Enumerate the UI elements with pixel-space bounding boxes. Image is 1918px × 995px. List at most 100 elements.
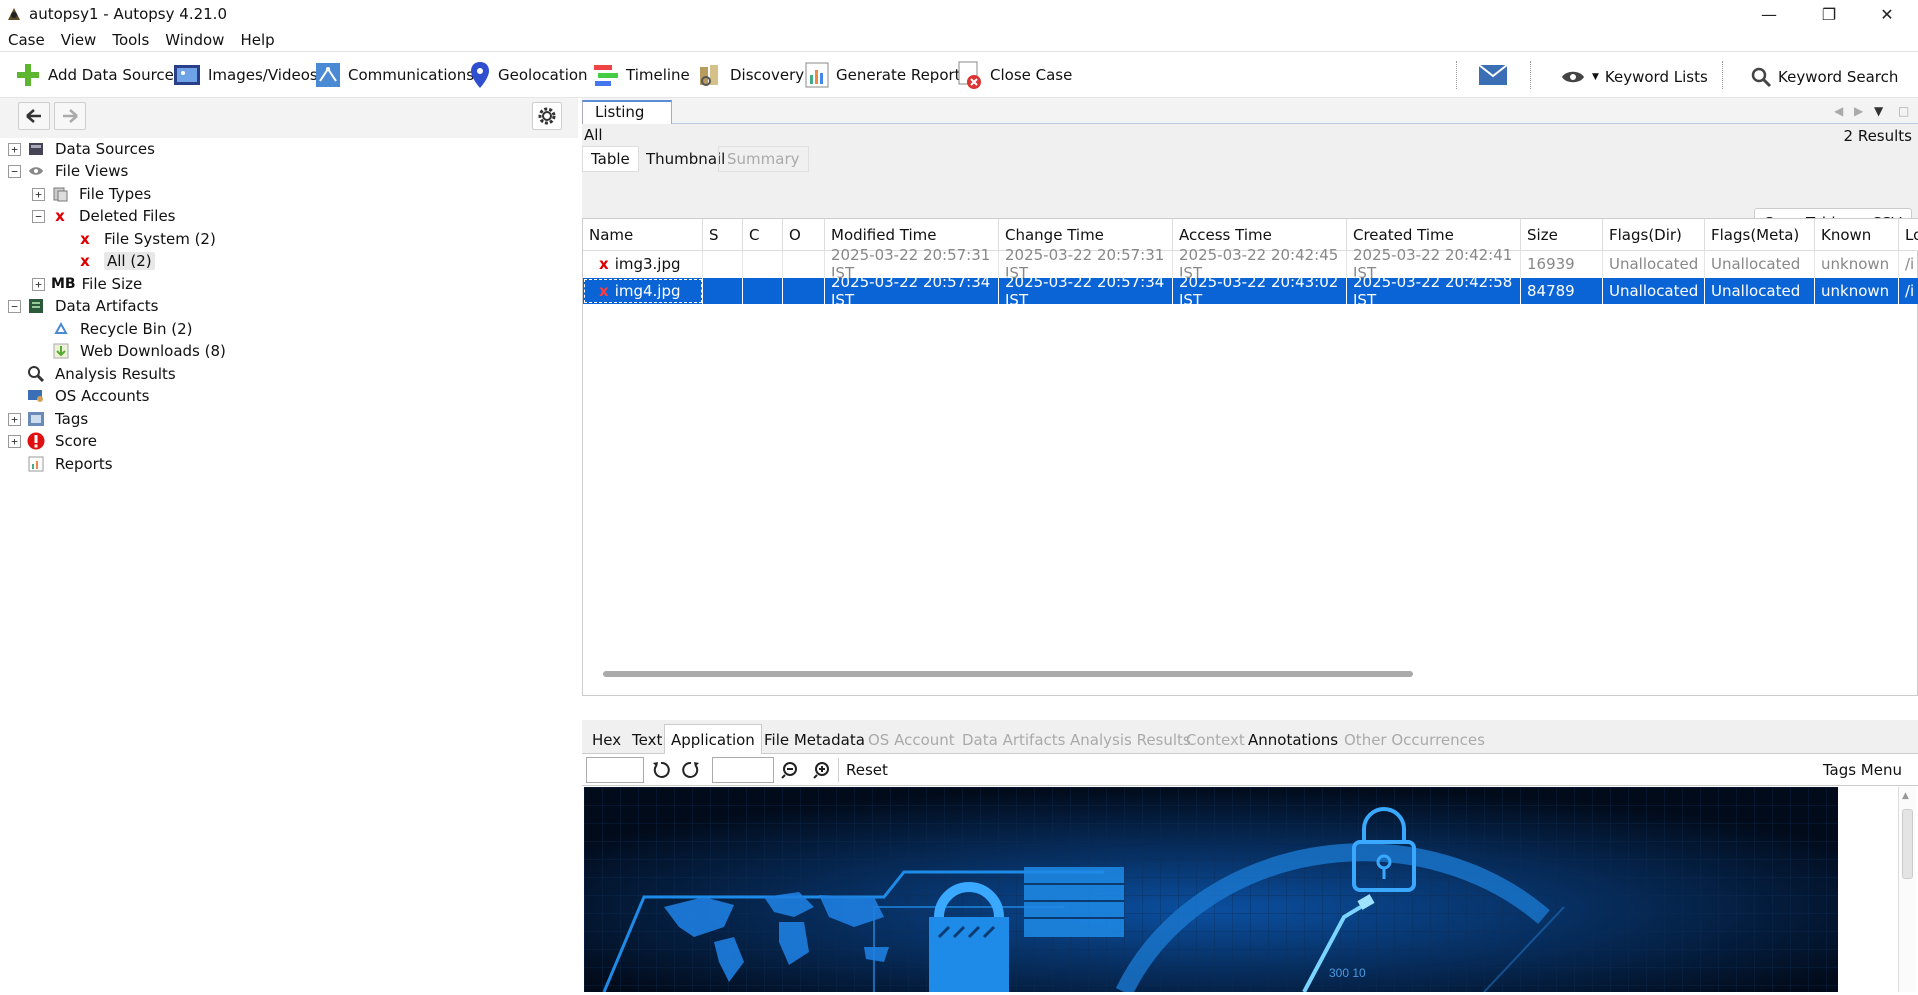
table-row-selected[interactable]: x img4.jpg 2025-03-22 20:57:34 IST 2025-…: [583, 273, 1918, 309]
close-case-button[interactable]: Close Case: [956, 59, 1072, 91]
rotate-right-button[interactable]: [678, 758, 704, 782]
tree-item-score[interactable]: + Score: [8, 430, 97, 452]
images-videos-button[interactable]: Images/Videos: [172, 59, 318, 91]
keyword-search-button[interactable]: Keyword Search: [1750, 61, 1898, 93]
tree-item-file-types[interactable]: + File Types: [32, 183, 151, 205]
column-header-c[interactable]: C: [743, 219, 783, 251]
column-header-known[interactable]: Known: [1815, 219, 1899, 251]
tab-listing[interactable]: Listing: [582, 100, 672, 125]
magnifier-icon: [28, 366, 45, 383]
cell-access: 2025-03-22 20:43:02 IST: [1173, 273, 1347, 309]
forward-button[interactable]: [54, 102, 86, 130]
column-header-flags-dir[interactable]: Flags(Dir): [1603, 219, 1705, 251]
communications-button[interactable]: Communications: [314, 59, 474, 91]
tree-item-deleted-files[interactable]: − x Deleted Files: [32, 205, 176, 227]
rotation-field[interactable]: [586, 757, 644, 783]
timeline-button[interactable]: Timeline: [592, 59, 690, 91]
tree-label: Reports: [55, 455, 113, 473]
minimize-button[interactable]: —: [1740, 0, 1798, 28]
column-header-s[interactable]: S: [703, 219, 743, 251]
maximize-pane-icon[interactable]: □: [1898, 104, 1909, 118]
expand-toggle-icon[interactable]: +: [8, 434, 21, 448]
column-header-o[interactable]: O: [783, 219, 825, 251]
images-videos-icon: [174, 65, 200, 85]
expand-toggle-icon[interactable]: +: [32, 187, 45, 201]
keyword-lists-button[interactable]: ▼ Keyword Lists: [1560, 61, 1708, 93]
cell-name[interactable]: x img3.jpg: [583, 251, 703, 277]
maximize-button[interactable]: ❐: [1800, 0, 1858, 28]
menu-window[interactable]: Window: [157, 31, 232, 49]
column-header-flags-meta[interactable]: Flags(Meta): [1705, 219, 1815, 251]
column-header-name[interactable]: Name: [583, 219, 703, 251]
tree-item-file-views[interactable]: − File Views: [8, 160, 128, 182]
tab-os-account[interactable]: OS Account: [862, 728, 961, 752]
horizontal-scrollbar[interactable]: [603, 671, 1413, 677]
column-header-location[interactable]: Lo: [1899, 219, 1918, 251]
tab-application[interactable]: Application: [664, 724, 762, 754]
tab-text[interactable]: Text: [626, 728, 668, 752]
tab-list-dropdown-icon[interactable]: ▼: [1874, 104, 1883, 118]
back-button[interactable]: [18, 102, 50, 130]
tab-other-occurrences[interactable]: Other Occurrences: [1338, 728, 1491, 752]
subtab-table[interactable]: Table: [582, 146, 639, 172]
tree-item-file-system[interactable]: x File System (2): [76, 228, 216, 250]
close-window-button[interactable]: ✕: [1858, 0, 1916, 28]
expand-toggle-icon[interactable]: +: [32, 277, 45, 291]
tree-item-data-sources[interactable]: + Data Sources: [8, 138, 155, 160]
column-header-size[interactable]: Size: [1521, 219, 1603, 251]
discovery-label: Discovery: [730, 66, 805, 84]
discovery-button[interactable]: Discovery: [696, 59, 804, 91]
email-button[interactable]: [1478, 59, 1514, 91]
cell-name[interactable]: x img4.jpg: [583, 278, 703, 304]
tree-item-recycle-bin[interactable]: Recycle Bin (2): [52, 318, 193, 340]
tab-context[interactable]: Context: [1180, 728, 1251, 752]
scroll-up-icon[interactable]: ▲: [1902, 791, 1909, 801]
tree-settings-button[interactable]: [532, 102, 562, 130]
tree-item-file-size[interactable]: + MB File Size: [32, 273, 142, 295]
cell-flags-meta: Unallocated: [1705, 251, 1815, 277]
tree-item-data-artifacts[interactable]: − Data Artifacts: [8, 295, 158, 317]
tree-item-os-accounts[interactable]: OS Accounts: [27, 385, 149, 407]
menu-help[interactable]: Help: [232, 31, 282, 49]
scroll-thumb[interactable]: [1902, 809, 1913, 879]
menu-tools[interactable]: Tools: [104, 31, 157, 49]
collapse-toggle-icon[interactable]: −: [8, 299, 21, 313]
tab-data-artifacts[interactable]: Data Artifacts: [956, 728, 1071, 752]
tree-item-reports[interactable]: Reports: [27, 453, 113, 475]
geolocation-button[interactable]: Geolocation: [468, 59, 588, 91]
tab-annotations[interactable]: Annotations: [1242, 728, 1344, 752]
main-toolbar: Add Data Source Images/Videos Communicat…: [0, 53, 1918, 98]
zoom-field[interactable]: [712, 757, 774, 783]
envelope-icon: [1478, 64, 1508, 85]
menu-view[interactable]: View: [53, 31, 105, 49]
tree-label: File Types: [79, 185, 152, 203]
expand-toggle-icon[interactable]: +: [8, 412, 21, 426]
zoom-out-button[interactable]: [778, 758, 804, 782]
tab-hex[interactable]: Hex: [586, 728, 627, 752]
tags-menu-button[interactable]: Tags Menu: [1823, 761, 1902, 779]
vertical-scrollbar[interactable]: ▲: [1898, 787, 1916, 992]
zoom-in-button[interactable]: [808, 758, 834, 782]
subtab-summary[interactable]: Summary: [718, 146, 809, 172]
tree-label: Tags: [55, 410, 89, 428]
tab-scroll-right-icon[interactable]: ▶: [1854, 104, 1863, 118]
menu-case[interactable]: Case: [0, 31, 53, 49]
tree-item-all[interactable]: x All (2): [76, 250, 155, 272]
collapse-toggle-icon[interactable]: −: [8, 164, 21, 178]
add-data-source-button[interactable]: Add Data Source: [14, 59, 174, 91]
tab-file-metadata[interactable]: File Metadata: [758, 728, 871, 752]
tab-analysis-results[interactable]: Analysis Results: [1064, 728, 1197, 752]
tree-label: Data Artifacts: [55, 297, 159, 315]
collapse-toggle-icon[interactable]: −: [32, 209, 45, 223]
tree-item-tags[interactable]: + Tags: [8, 408, 88, 430]
expand-toggle-icon[interactable]: +: [8, 142, 21, 156]
tree-label: OS Accounts: [55, 387, 150, 405]
tree-label: Web Downloads (8): [80, 342, 226, 360]
rotate-left-button[interactable]: [648, 758, 674, 782]
generate-report-button[interactable]: Generate Report: [804, 59, 961, 91]
cell-c: [743, 251, 783, 277]
reset-button[interactable]: Reset: [846, 761, 888, 779]
tree-item-web-downloads[interactable]: Web Downloads (8): [52, 340, 226, 362]
tab-scroll-left-icon[interactable]: ◀: [1834, 104, 1843, 118]
tree-item-analysis-results[interactable]: Analysis Results: [27, 363, 176, 385]
